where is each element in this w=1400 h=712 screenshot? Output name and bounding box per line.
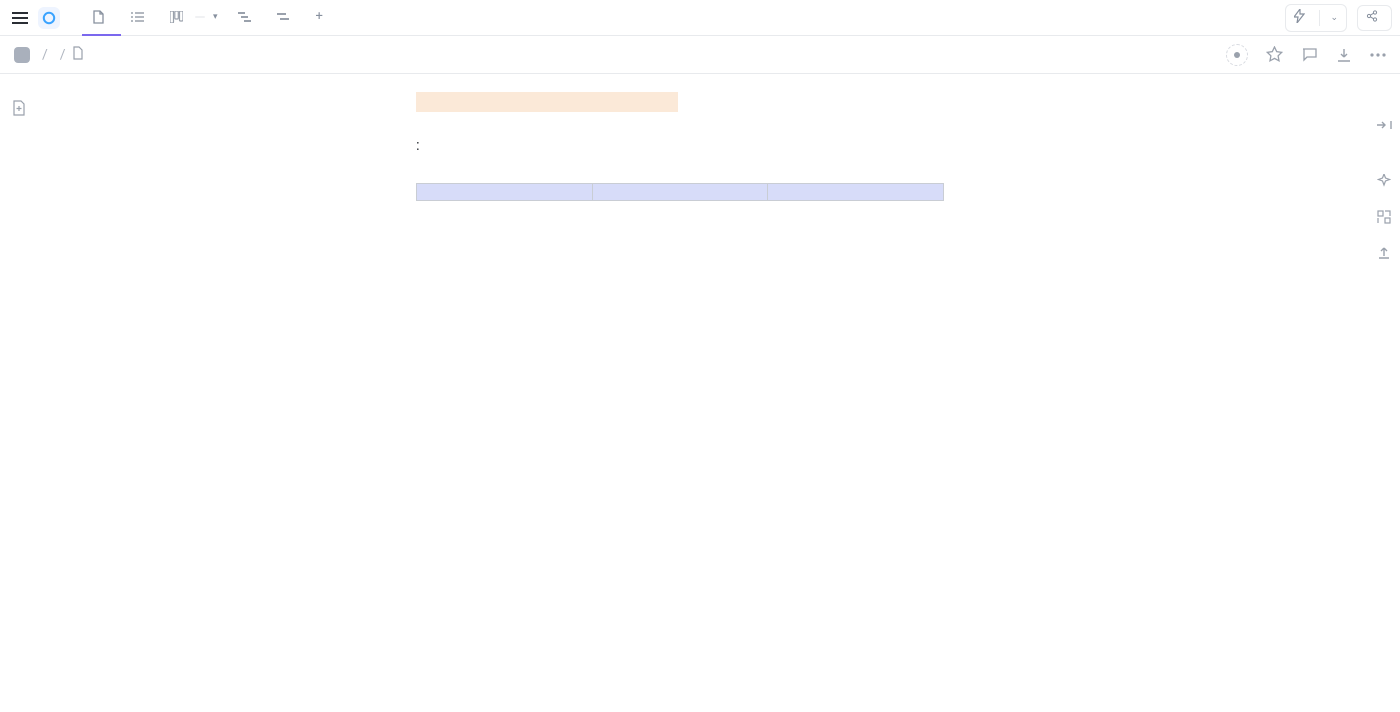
plus-icon: +: [316, 9, 323, 24]
menu-button[interactable]: [8, 6, 32, 30]
plus-page-icon: [12, 100, 26, 120]
timeline-icon: [277, 11, 290, 23]
add-view-button[interactable]: +: [306, 0, 339, 36]
share-button[interactable]: [1357, 5, 1392, 31]
bolt-icon: [1294, 9, 1305, 27]
star-icon[interactable]: [1266, 46, 1283, 63]
focus-icon[interactable]: [1376, 210, 1392, 224]
tab-board[interactable]: ▾: [160, 0, 228, 36]
chevron-down-icon[interactable]: ⌄: [1330, 13, 1338, 23]
list-icon: [131, 11, 144, 23]
table-header: [417, 184, 593, 201]
doc-icon: [72, 46, 84, 64]
guide-paragraph: :: [416, 134, 986, 157]
collapse-icon[interactable]: [1376, 120, 1392, 130]
doc-icon: [92, 10, 105, 24]
workspace-logo[interactable]: [38, 7, 60, 29]
document-body: :: [416, 92, 986, 247]
top-bar: ▾ + ⌄: [0, 0, 1400, 36]
download-icon[interactable]: [1336, 47, 1352, 63]
views-tabs: ▾ +: [82, 0, 339, 36]
more-icon[interactable]: [1370, 53, 1386, 57]
tab-gantt[interactable]: [228, 0, 267, 36]
board-icon: [170, 11, 183, 23]
breadcrumb: / /: [0, 36, 1400, 74]
gantt-icon: [238, 11, 251, 23]
ai-icon[interactable]: [1376, 174, 1392, 188]
levels-table: [416, 183, 944, 201]
space-badge[interactable]: [14, 47, 30, 63]
tab-activities[interactable]: [121, 0, 160, 36]
comment-icon[interactable]: [1301, 46, 1318, 63]
tab-getting-started[interactable]: [82, 0, 121, 36]
export-icon[interactable]: [1376, 246, 1392, 260]
share-icon: [1366, 10, 1378, 26]
tab-badge: [195, 16, 205, 18]
add-page-button[interactable]: [12, 100, 34, 120]
automate-button[interactable]: ⌄: [1285, 4, 1347, 32]
table-header: [592, 184, 768, 201]
tool-rail: [1376, 120, 1392, 260]
record-icon[interactable]: [1226, 44, 1248, 66]
table-header: [768, 184, 944, 201]
chevron-down-icon: ▾: [213, 12, 218, 22]
tab-timeline[interactable]: [267, 0, 306, 36]
